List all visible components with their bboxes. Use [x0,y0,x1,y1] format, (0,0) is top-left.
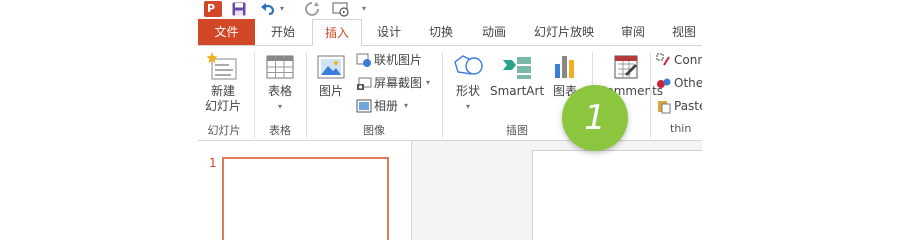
paste-icon [658,101,671,114]
screenshot-label: 屏幕截图 [374,76,423,90]
shapes-icon [454,55,483,75]
tab-animations[interactable]: 动画 [470,19,518,45]
shapes-dropdown-icon: ▾ [465,102,470,111]
smartart-label: SmartArt [490,84,545,98]
tab-review[interactable]: 审阅 [610,19,656,45]
photo-album-icon [356,99,372,113]
table-dropdown-icon: ▾ [277,102,282,111]
new-slide-button[interactable]: 新建 幻灯片 [200,50,246,114]
online-pictures-icon [356,53,371,67]
shapes-label: 形状 [455,84,480,98]
smartart-button[interactable]: SmartArt [490,50,544,99]
comments-icon [614,55,638,79]
picture-button[interactable]: 图片 [312,50,350,99]
table-icon [266,55,294,79]
tab-transitions[interactable]: 切换 [418,19,464,45]
table-label: 表格 [267,84,292,98]
new-slide-icon [206,52,237,80]
new-slide-label-2: 幻灯片 [204,99,241,113]
group-separator [650,52,651,138]
slides-group-label: 幻灯片 [207,124,241,137]
picture-label: 图片 [318,84,343,98]
thinkcell-group-label: thin [670,122,692,135]
customize-qat-icon[interactable]: ▾ [362,4,366,13]
picture-icon [317,55,345,79]
undo-dropdown-icon[interactable]: ▾ [280,4,284,13]
online-pictures-label: 联机图片 [374,53,423,67]
slide-number: 1 [209,156,217,170]
new-slide-label-1: 新建 [210,84,235,98]
smartart-icon [503,57,531,79]
ribbon-tabs: 文件 开始 插入 设计 切换 动画 幻灯片放映 审阅 视图 [198,19,702,47]
connect-icon [656,53,670,66]
tab-view[interactable]: 视图 [664,19,702,45]
photo-album-dropdown-icon: ▾ [404,101,409,110]
slide-canvas[interactable] [532,150,702,240]
save-icon[interactable] [232,2,246,16]
powerpoint-logo-icon: P [204,1,222,17]
other-label: Othe [674,76,702,90]
tab-home[interactable]: 开始 [260,19,306,45]
slideshow-from-start-icon[interactable] [332,1,350,17]
group-separator [254,52,255,138]
tab-design[interactable]: 设计 [366,19,412,45]
other-icon [657,78,671,88]
callout-number: 1 [584,98,606,138]
quick-access-toolbar: P ▾ ▾ [198,0,702,19]
screenshot-dropdown-icon: ▾ [426,78,431,87]
tab-insert[interactable]: 插入 [312,19,362,47]
table-button[interactable]: 表格 ▾ [260,50,300,114]
app-icon-letter: P [207,2,216,15]
photo-album-label: 相册 [374,99,399,113]
tab-slideshow[interactable]: 幻灯片放映 [526,19,602,45]
chart-icon [555,56,574,78]
images-group-label: 图像 [363,124,385,137]
redo-icon[interactable] [304,1,320,17]
slide-thumbnail[interactable] [222,157,389,240]
connect-label: Conn [674,53,702,67]
screenshot-icon [357,77,372,90]
group-separator [442,52,443,138]
step-callout-badge: 1 [562,85,628,151]
illustrations-group-label: 插图 [506,124,528,137]
group-separator [306,52,307,138]
tab-file[interactable]: 文件 [198,19,255,45]
shapes-button[interactable]: 形状 ▾ [448,50,488,114]
undo-icon[interactable] [260,1,276,17]
tables-group-label: 表格 [269,124,291,137]
paste-label: Paste [674,99,702,113]
